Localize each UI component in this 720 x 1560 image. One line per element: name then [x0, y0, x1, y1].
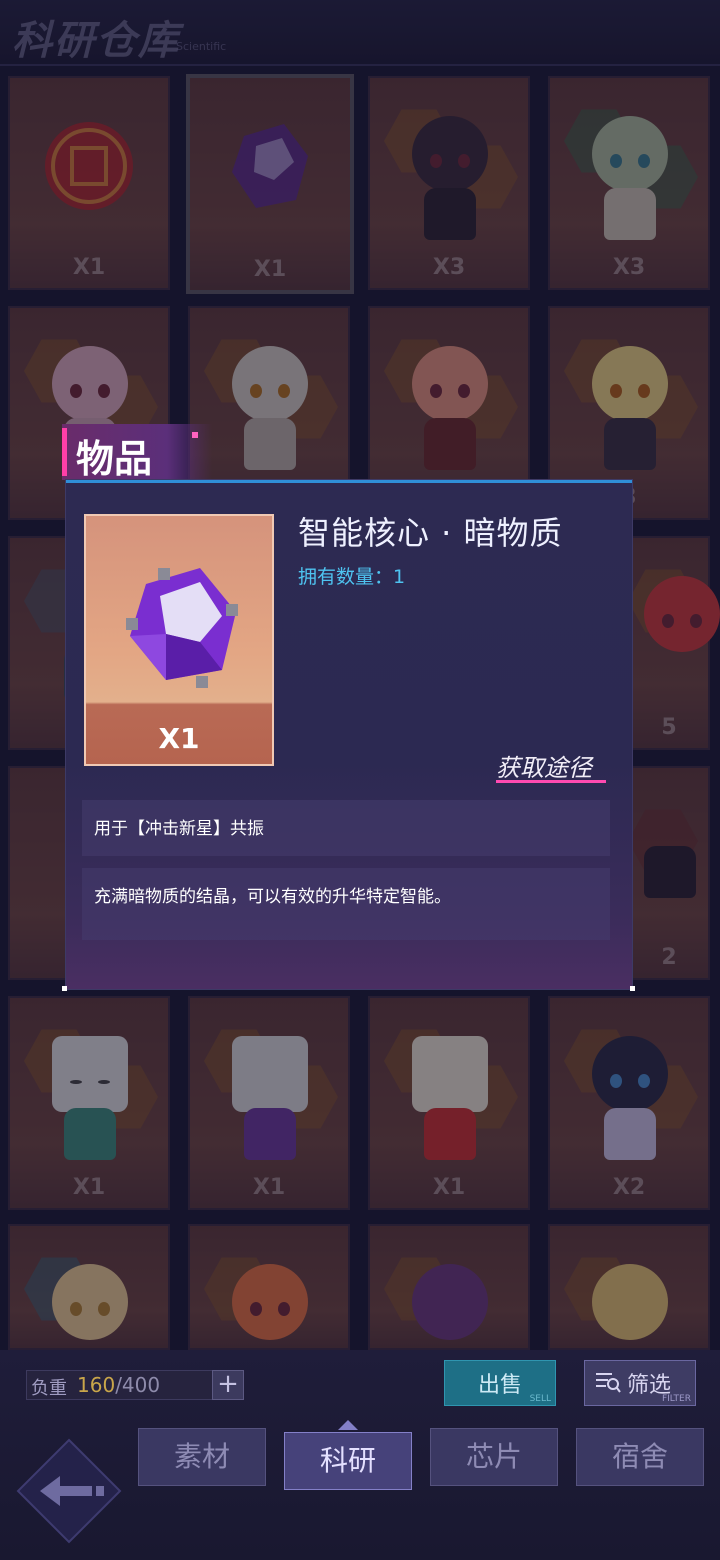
sell-button[interactable]: 出售 SELL — [444, 1360, 556, 1406]
tab-research[interactable]: 科研 — [284, 1432, 412, 1490]
item-name: 智能核心 · 暗物质 — [298, 514, 563, 552]
filter-button[interactable]: 筛选 FILTER — [584, 1360, 696, 1406]
capacity-label: 负重 — [31, 1378, 67, 1399]
capacity-indicator: 负重 160/400 — [26, 1370, 214, 1400]
modal-tag-label: 物品 — [76, 437, 153, 481]
capacity-value: 160/400 — [77, 1373, 160, 1397]
tag-accent-bar — [62, 428, 67, 476]
acquire-source-link[interactable]: 获取途径 — [496, 748, 592, 783]
item-card-quantity: X1 — [158, 722, 200, 755]
description-usage: 用于【冲击新星】共振 — [82, 800, 610, 856]
crystal-icon — [126, 568, 238, 688]
back-arrow-icon[interactable] — [14, 1436, 124, 1546]
tab-dormitory[interactable]: 宿舍 — [576, 1428, 704, 1486]
description-flavor-text: 充满暗物质的结晶，可以有效的升华特定智能。 — [94, 887, 451, 907]
sell-label-en: SELL — [529, 1394, 551, 1404]
owned-label: 拥有数量： — [298, 566, 394, 588]
owned-count: 拥有数量：1 — [298, 562, 405, 589]
capacity-current: 160 — [77, 1373, 116, 1397]
modal-corner — [62, 986, 67, 991]
tab-materials[interactable]: 素材 — [138, 1428, 266, 1486]
acquire-underline — [496, 780, 606, 783]
description-usage-text: 用于【冲击新星】共振 — [94, 819, 264, 839]
modal-tag: 物品 — [62, 424, 212, 481]
tab-chips[interactable]: 芯片 — [430, 1428, 558, 1486]
tag-accent-dot — [192, 432, 198, 438]
owned-value: 1 — [393, 566, 406, 588]
modal-corner — [630, 986, 635, 991]
expand-capacity-button[interactable]: + — [212, 1370, 244, 1400]
filter-icon — [596, 1373, 621, 1393]
filter-label-en: FILTER — [661, 1394, 691, 1404]
active-tab-indicator — [338, 1420, 358, 1430]
item-card: X1 — [84, 514, 274, 766]
capacity-max: /400 — [115, 1373, 161, 1397]
description-flavor: 充满暗物质的结晶，可以有效的升华特定智能。 — [82, 868, 610, 940]
